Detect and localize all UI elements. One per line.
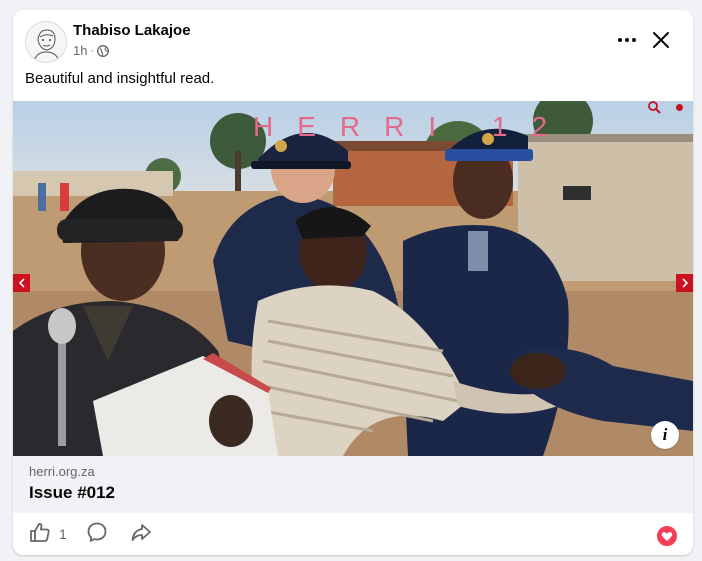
red-dot-icon: [676, 104, 683, 111]
comment-button[interactable]: [86, 522, 108, 546]
magazine-title: HERRI 12: [253, 111, 572, 142]
like-count: 1: [59, 526, 67, 542]
link-title[interactable]: Issue #012: [29, 483, 115, 503]
post-actions: 1: [13, 513, 693, 555]
share-button[interactable]: [130, 522, 152, 546]
post-card: Thabiso Lakajoe 1h · Beautiful and insig…: [13, 10, 693, 555]
share-icon: [130, 521, 152, 548]
meta-separator: ·: [90, 44, 95, 57]
post-header: Thabiso Lakajoe 1h ·: [13, 10, 693, 70]
author-name[interactable]: Thabiso Lakajoe: [73, 22, 191, 39]
post-meta: 1h ·: [73, 43, 110, 58]
like-button[interactable]: 1: [29, 522, 67, 546]
post-time[interactable]: 1h: [73, 43, 87, 58]
thumbs-up-icon: [29, 521, 51, 548]
info-button[interactable]: i: [651, 421, 679, 449]
author-avatar[interactable]: [25, 21, 67, 63]
chevron-left-icon[interactable]: [13, 274, 30, 292]
search-icon: [647, 101, 663, 115]
globe-icon: [97, 44, 110, 57]
link-domain: herri.org.za: [29, 464, 95, 479]
link-preview[interactable]: herri.org.za Issue #012: [13, 456, 693, 513]
close-icon[interactable]: [647, 26, 675, 54]
post-media[interactable]: HERRI 12 i: [13, 101, 693, 456]
more-options-icon[interactable]: [613, 28, 641, 52]
love-reaction-icon[interactable]: [655, 524, 679, 548]
comment-icon: [86, 521, 108, 548]
post-text: Beautiful and insightful read.: [25, 70, 215, 87]
chevron-right-icon[interactable]: [676, 274, 693, 292]
post-photo: [13, 101, 693, 456]
